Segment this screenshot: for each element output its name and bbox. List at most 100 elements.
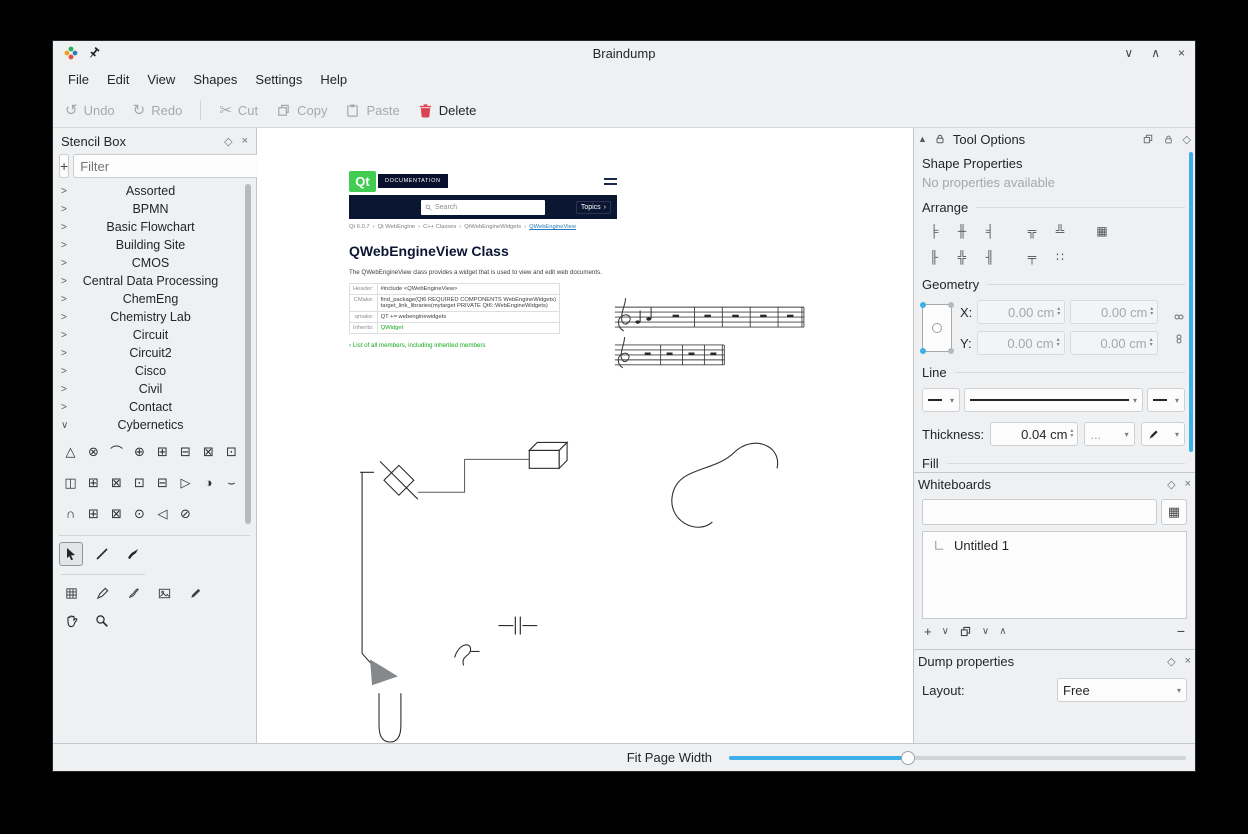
- cut-button[interactable]: ✂ Cut: [219, 101, 258, 119]
- thickness-spinbox[interactable]: 0.04 cm ▴▾: [990, 422, 1078, 446]
- board-view-button[interactable]: ▦: [1161, 499, 1187, 525]
- chevron-right-icon[interactable]: >: [57, 330, 73, 341]
- float-docker-icon[interactable]: ◇: [1167, 478, 1175, 491]
- chevron-right-icon[interactable]: >: [57, 186, 73, 197]
- align-bottom-icon[interactable]: ╩: [1048, 221, 1072, 241]
- stencil-glyph-icon[interactable]: ⊠: [105, 498, 128, 529]
- collapse-triangle-icon[interactable]: ▲: [918, 134, 927, 144]
- add-stencil-button[interactable]: +: [59, 154, 69, 178]
- snap-grid-icon[interactable]: ∷: [1048, 247, 1072, 267]
- pen-style-button[interactable]: ▾: [1141, 422, 1185, 446]
- float-docker-icon[interactable]: ◇: [1183, 133, 1191, 146]
- line-start-combo[interactable]: ▾: [922, 388, 960, 412]
- stencil-category-building-site[interactable]: > Building Site: [57, 236, 244, 254]
- detach-icon[interactable]: [1142, 133, 1154, 145]
- whiteboard-name-input[interactable]: [922, 499, 1157, 525]
- x-position-spinbox[interactable]: 0.00 cm ▴▾: [977, 300, 1065, 324]
- tool-options-scrollbar[interactable]: [1189, 152, 1193, 452]
- whiteboard-canvas[interactable]: Qt DOCUMENTATION Search Topics ›: [257, 128, 913, 743]
- chevron-right-icon[interactable]: >: [57, 384, 73, 395]
- calligraphy-tool-button[interactable]: [121, 542, 145, 566]
- stencil-glyph-icon[interactable]: ⊟: [151, 467, 174, 498]
- redo-button[interactable]: ↻ Redo: [133, 101, 183, 119]
- stencil-list-scrollbar[interactable]: [245, 184, 251, 524]
- stencil-glyph-icon[interactable]: ⊙: [128, 498, 151, 529]
- aspect-link-icon[interactable]: [1173, 311, 1185, 323]
- stencil-category-cisco[interactable]: > Cisco: [57, 362, 244, 380]
- add-whiteboard-button[interactable]: +: [924, 624, 932, 639]
- undo-button[interactable]: ↺ Undo: [65, 101, 115, 119]
- y-position-spinbox[interactable]: 0.00 cm ▴▾: [977, 331, 1065, 355]
- menu-help[interactable]: Help: [311, 67, 356, 92]
- close-button[interactable]: ×: [1178, 46, 1185, 60]
- chevron-down-icon[interactable]: ∨: [942, 626, 949, 637]
- distribute-right-icon[interactable]: ╢: [978, 247, 1002, 267]
- stencil-glyph-icon[interactable]: ⊗: [82, 436, 105, 467]
- close-docker-icon[interactable]: ×: [1185, 478, 1191, 490]
- image-tool-button[interactable]: [152, 581, 176, 605]
- close-docker-icon[interactable]: ×: [242, 135, 248, 147]
- stencil-category-bpmn[interactable]: > BPMN: [57, 200, 244, 218]
- line-style-combo[interactable]: ▾: [964, 388, 1143, 412]
- stencil-category-chemistry-lab[interactable]: > Chemistry Lab: [57, 308, 244, 326]
- chevron-right-icon[interactable]: >: [57, 348, 73, 359]
- stencil-category-chemeng[interactable]: > ChemEng: [57, 290, 244, 308]
- chevron-down-icon[interactable]: ∨: [982, 626, 989, 637]
- stencil-category-central-data-processing[interactable]: > Central Data Processing: [57, 272, 244, 290]
- duplicate-whiteboard-button[interactable]: [959, 625, 972, 638]
- distribute-top-icon[interactable]: ╤: [1020, 247, 1044, 267]
- height-spinbox[interactable]: 0.00 cm ▴▾: [1070, 331, 1158, 355]
- float-docker-icon[interactable]: ◇: [1167, 655, 1175, 668]
- delete-button[interactable]: Delete: [418, 103, 477, 118]
- lock-icon[interactable]: [934, 133, 946, 145]
- layout-combo[interactable]: Free ▾: [1057, 678, 1187, 702]
- zoom-tool-button[interactable]: [90, 609, 114, 633]
- align-center-icon[interactable]: ╫: [950, 221, 974, 241]
- remove-whiteboard-button[interactable]: −: [1177, 623, 1185, 639]
- stencil-glyph-icon[interactable]: ⌣: [220, 467, 243, 498]
- maximize-button[interactable]: ∧: [1151, 46, 1160, 60]
- chevron-down-icon[interactable]: ∨: [57, 420, 73, 431]
- distribute-center-icon[interactable]: ╬: [950, 247, 974, 267]
- group-icon[interactable]: ▦: [1090, 221, 1114, 241]
- stencil-category-cmos[interactable]: > CMOS: [57, 254, 244, 272]
- pin-icon[interactable]: [87, 46, 101, 60]
- menu-file[interactable]: File: [59, 67, 98, 92]
- menu-settings[interactable]: Settings: [246, 67, 311, 92]
- chevron-right-icon[interactable]: >: [57, 258, 73, 269]
- copy-button[interactable]: Copy: [276, 103, 327, 118]
- dash-style-combo[interactable]: ... ▾: [1084, 422, 1134, 446]
- stencil-category-circuit[interactable]: > Circuit: [57, 326, 244, 344]
- grid-tool-button[interactable]: [59, 581, 83, 605]
- align-left-icon[interactable]: ╞: [922, 221, 946, 241]
- chevron-right-icon[interactable]: >: [57, 312, 73, 323]
- chevron-up-icon[interactable]: ∧: [999, 626, 1006, 637]
- pencil-tool-button[interactable]: [183, 581, 207, 605]
- align-right-icon[interactable]: ╡: [978, 221, 1002, 241]
- paste-button[interactable]: Paste: [345, 103, 399, 118]
- chevron-right-icon[interactable]: >: [57, 366, 73, 377]
- select-tool-button[interactable]: [59, 542, 83, 566]
- stencil-glyph-icon[interactable]: ⊞: [82, 498, 105, 529]
- lock-icon[interactable]: [1163, 134, 1174, 145]
- qtdoc-snapshot-object[interactable]: Qt DOCUMENTATION Search Topics ›: [349, 170, 617, 349]
- stencil-glyph-icon[interactable]: ⊠: [105, 467, 128, 498]
- chevron-right-icon[interactable]: >: [57, 276, 73, 287]
- stencil-glyph-icon[interactable]: ▷: [174, 467, 197, 498]
- stencil-category-civil[interactable]: > Civil: [57, 380, 244, 398]
- zoom-slider[interactable]: [729, 756, 1186, 760]
- stencil-category-assorted[interactable]: > Assorted: [57, 182, 244, 200]
- chevron-right-icon[interactable]: >: [57, 402, 73, 413]
- stencil-category-basic-flowchart[interactable]: > Basic Flowchart: [57, 218, 244, 236]
- whiteboard-list-item[interactable]: Untitled 1: [923, 532, 1186, 553]
- stencil-glyph-icon[interactable]: ⊟: [174, 436, 197, 467]
- float-docker-icon[interactable]: ◇: [224, 135, 232, 148]
- chevron-right-icon[interactable]: >: [57, 204, 73, 215]
- aspect-link-icon[interactable]: [1173, 333, 1185, 345]
- stencil-glyph-icon[interactable]: ⊡: [220, 436, 243, 467]
- stencil-glyph-icon[interactable]: ⊠: [197, 436, 220, 467]
- chevron-right-icon[interactable]: >: [57, 240, 73, 251]
- stencil-filter-input[interactable]: [73, 154, 263, 178]
- pan-tool-button[interactable]: [59, 609, 83, 633]
- brush-tool-button[interactable]: [121, 581, 145, 605]
